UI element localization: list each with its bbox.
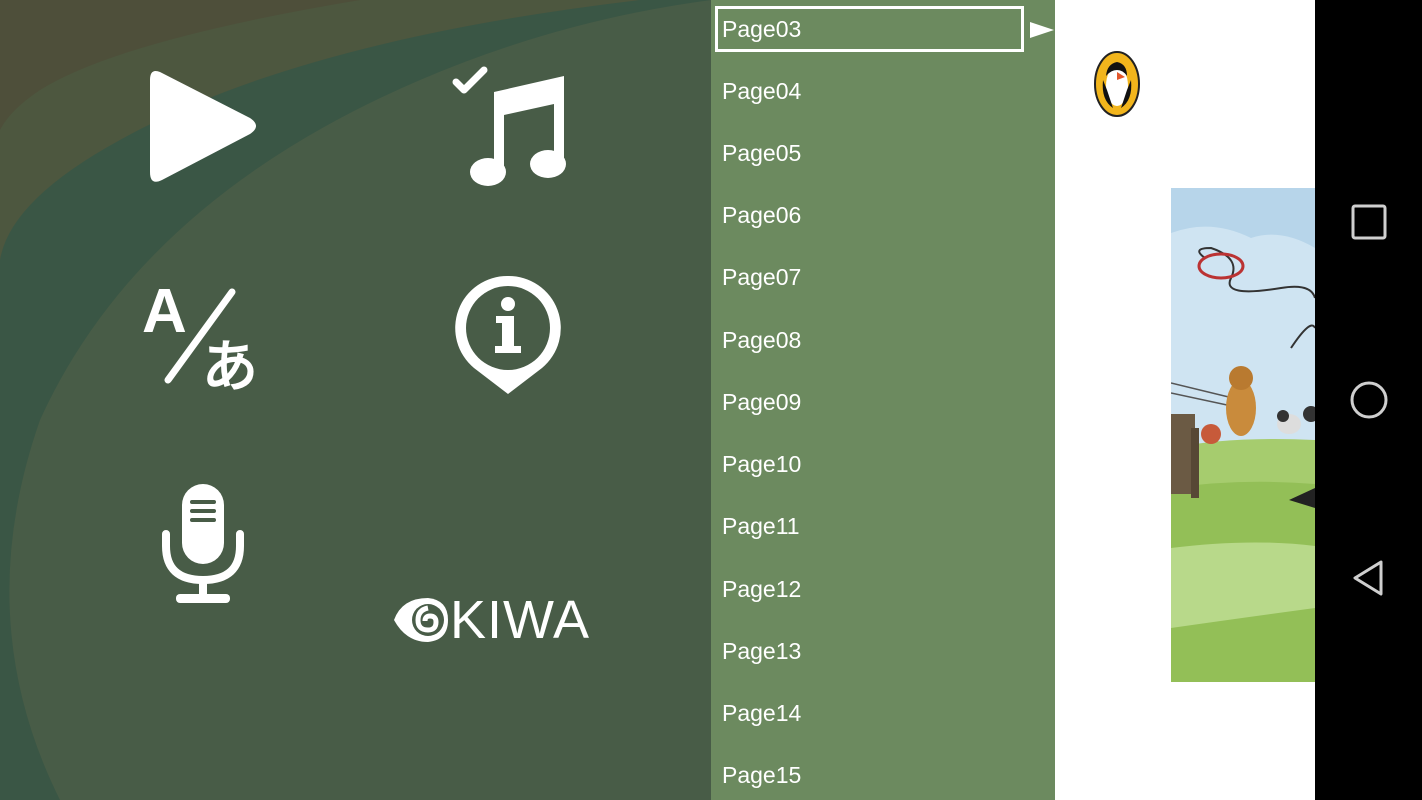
menu-panel: A あ KIWA — [0, 0, 711, 800]
music-toggle-button[interactable] — [450, 60, 570, 190]
page-item-label: Page09 — [722, 389, 802, 415]
puffin-logo-icon — [1094, 51, 1140, 117]
book-page-preview[interactable] — [1055, 0, 1315, 800]
page-item[interactable]: Page14 — [711, 684, 1055, 746]
svg-text:A: A — [142, 278, 187, 346]
page-item[interactable]: Page05 — [711, 124, 1055, 186]
page-item-selected[interactable]: Page03 — [711, 0, 1055, 62]
page-item-label: Page03 — [722, 16, 802, 42]
info-button[interactable] — [452, 272, 564, 398]
selection-pointer — [1030, 22, 1054, 38]
system-nav-bar — [1315, 0, 1422, 800]
page-item-label: Page10 — [722, 451, 802, 477]
play-button[interactable] — [140, 60, 260, 190]
kiwa-swirl-icon — [394, 598, 448, 642]
play-icon — [150, 71, 256, 182]
page-item[interactable]: Page07 — [711, 248, 1055, 310]
music-checked-icon — [452, 66, 566, 186]
page-item[interactable]: Page15 — [711, 746, 1055, 800]
page-item-label: Page05 — [722, 140, 802, 166]
page-item[interactable]: Page13 — [711, 622, 1055, 684]
page-item-label: Page11 — [722, 513, 800, 539]
page-item[interactable]: Page04 — [711, 62, 1055, 124]
page-item[interactable]: Page06 — [711, 186, 1055, 248]
page-item[interactable]: Page08 — [711, 311, 1055, 373]
page-item[interactable]: Page10 — [711, 435, 1055, 497]
kiwa-logo: KIWA — [392, 588, 602, 650]
page-item-label: Page06 — [722, 202, 802, 228]
page-item-label: Page07 — [722, 264, 802, 290]
kiwa-logo-text: KIWA — [450, 590, 591, 650]
page-list[interactable]: Page03 Page04 Page05 Page06 Page07 Page0… — [711, 0, 1055, 800]
page-item[interactable]: Page12 — [711, 560, 1055, 622]
page-item-label: Page08 — [722, 327, 802, 353]
info-bubble-icon — [455, 275, 561, 394]
menu-background — [0, 0, 711, 800]
record-button[interactable] — [158, 482, 248, 608]
page-item-label: Page14 — [722, 700, 802, 726]
page-item-label: Page15 — [722, 762, 802, 788]
translate-icon: A あ — [142, 277, 258, 400]
page-item[interactable]: Page11 — [711, 497, 1055, 559]
back-triangle-icon[interactable] — [1345, 554, 1393, 602]
page-illustration — [1171, 188, 1315, 682]
page-item-label: Page13 — [722, 638, 802, 664]
page-item-label: Page04 — [722, 78, 802, 104]
microphone-icon — [162, 484, 244, 603]
svg-text:あ: あ — [202, 335, 258, 393]
recents-square-icon[interactable] — [1345, 198, 1393, 246]
home-circle-icon[interactable] — [1345, 376, 1393, 424]
language-button[interactable]: A あ — [140, 277, 270, 400]
page-item-label: Page12 — [722, 576, 802, 602]
page-item[interactable]: Page09 — [711, 373, 1055, 435]
